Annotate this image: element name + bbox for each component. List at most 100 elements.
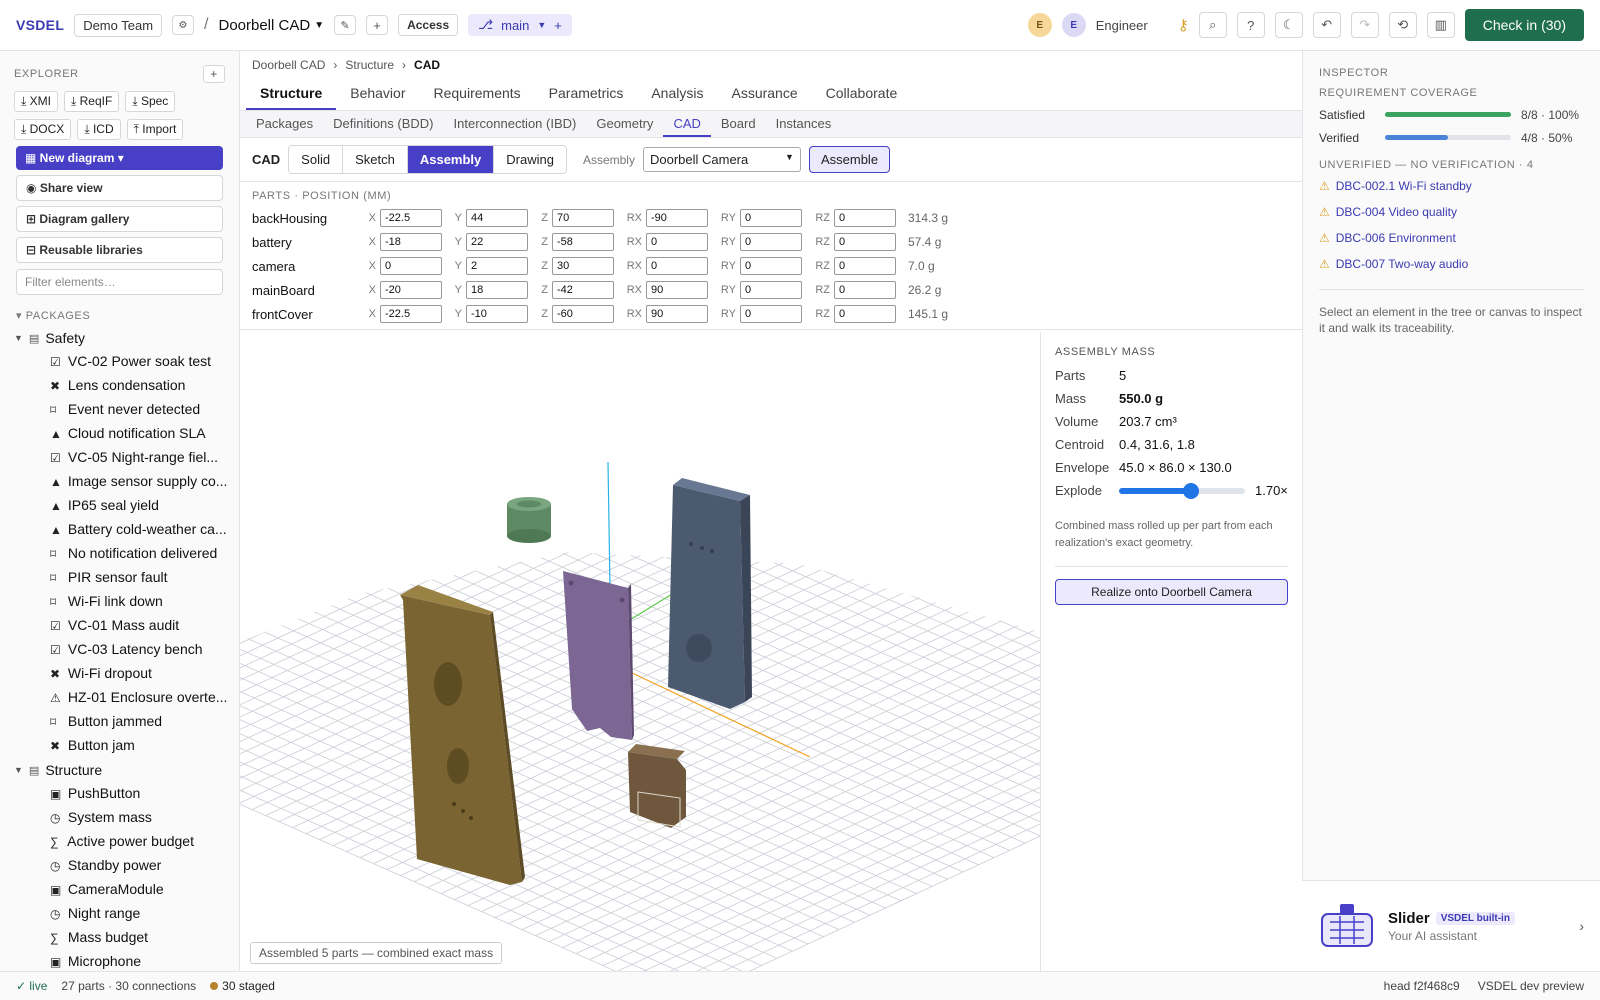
mode-solid-button[interactable]: Solid [289,146,344,173]
tree-item[interactable]: ▣ CameraModule [0,878,232,902]
tab-analysis[interactable]: Analysis [637,79,717,110]
tree-item[interactable]: ⌑ Button jammed [0,710,232,734]
subtab-ibd[interactable]: Interconnection (IBD) [444,111,587,137]
check-in-button[interactable]: Check in (30) [1464,9,1584,41]
position-input-x[interactable]: -20 [380,281,442,299]
panel-icon[interactable]: ▥ [1426,12,1455,38]
tree-item[interactable]: ⌑ Event never detected [0,398,232,422]
chevron-down-icon[interactable]: ▼ [14,333,23,343]
export-docx-button[interactable]: ⤓ DOCX [14,119,72,140]
export-reqif-button[interactable]: ⤓ ReqIF [63,91,120,112]
position-input-ry[interactable]: 0 [740,257,802,275]
settings-icon[interactable]: ⚙ [172,15,195,35]
position-input-ry[interactable]: 0 [740,233,802,251]
mode-assembly-button[interactable]: Assembly [407,146,495,173]
import-button[interactable]: ⤒ Import [126,119,184,140]
ai-assistant-card[interactable]: Slider VSDEL built-in Your AI assistant › [1302,880,1600,971]
position-input-rx[interactable]: 90 [646,305,708,323]
position-input-y[interactable]: 18 [466,281,528,299]
team-selector[interactable]: Demo Team [74,13,163,37]
avatar[interactable]: E [1061,13,1086,37]
tree-item[interactable]: ☑ VC-02 Power soak test [0,350,232,374]
tree-item[interactable]: ∑ Mass budget [0,926,232,950]
add-icon[interactable]: + [366,15,389,35]
tree-item[interactable]: ✖ Wi-Fi dropout [0,662,232,686]
explode-slider-knob[interactable] [1182,482,1199,499]
position-input-z[interactable]: -60 [552,305,614,323]
tree-item[interactable]: ☑ VC-05 Night-range fiel... [0,446,232,470]
position-input-rz[interactable]: 0 [834,281,896,299]
position-input-x[interactable]: -22.5 [380,209,442,227]
cad-viewport[interactable]: Assembled 5 parts — combined exact mass [240,332,1040,972]
tree-item[interactable]: ⌑ PIR sensor fault [0,566,232,590]
key-icon[interactable]: ⚷ [1178,16,1189,34]
position-input-z[interactable]: -42 [552,281,614,299]
undo-icon[interactable]: ↶ [1312,12,1341,38]
position-input-y[interactable]: 22 [466,233,528,251]
staged-count[interactable]: 30 staged [210,979,275,993]
tree-item[interactable]: ⌑ Wi-Fi link down [0,590,232,614]
tree-item[interactable]: ◷ Standby power [0,854,232,878]
subtab-instances[interactable]: Instances [766,111,842,137]
avatar[interactable]: E [1027,13,1052,37]
tree-item[interactable]: ▲ IP65 seal yield [0,494,232,518]
breadcrumb-item[interactable]: Doorbell CAD [252,58,325,72]
share-view-button[interactable]: ◉ Share view [16,175,223,201]
tree-item[interactable]: ☑ VC-01 Mass audit [0,614,232,638]
diagram-gallery-button[interactable]: ⊞ Diagram gallery [16,206,223,232]
realize-button[interactable]: Realize onto Doorbell Camera [1055,579,1288,605]
tab-requirements[interactable]: Requirements [420,79,535,110]
tree-package[interactable]: ▼ ▤ Safety [0,326,239,350]
tree-item[interactable]: ☑ VC-03 Latency bench [0,638,232,662]
position-input-rx[interactable]: 0 [646,233,708,251]
tree-item[interactable]: ⚠ HZ-01 Enclosure overte... [0,686,232,710]
position-input-rz[interactable]: 0 [834,233,896,251]
assembly-select[interactable]: Doorbell Camera ▼ [642,147,801,172]
mode-sketch-button[interactable]: Sketch [343,146,408,173]
position-input-z[interactable]: -58 [552,233,614,251]
position-input-rx[interactable]: 0 [646,257,708,275]
mode-drawing-button[interactable]: Drawing [494,146,566,173]
breadcrumb-item[interactable]: Structure [345,58,394,72]
redo-icon[interactable]: ↷ [1350,12,1379,38]
unverified-link[interactable]: ⚠ DBC-006 Environment [1319,225,1584,251]
position-input-x[interactable]: 0 [380,257,442,275]
tree-item[interactable]: ∑ Active power budget [0,830,232,854]
assembly-3d-view[interactable] [240,332,1040,972]
position-input-z[interactable]: 70 [552,209,614,227]
tree-item[interactable]: ✖ Button jam [0,734,232,758]
tree-package[interactable]: ▼ ▤ Structure [0,758,239,782]
filter-input[interactable]: Filter elements… [16,269,223,295]
reusable-libraries-button[interactable]: ⊟ Reusable libraries [16,237,223,263]
position-input-rx[interactable]: 90 [646,281,708,299]
brand-logo[interactable]: VSDEL [16,17,64,33]
add-icon[interactable]: + [203,65,225,83]
explode-slider[interactable] [1119,482,1245,499]
subtab-geometry[interactable]: Geometry [586,111,663,137]
export-xmi-button[interactable]: ⤓ XMI [14,91,58,112]
subtab-board[interactable]: Board [711,111,766,137]
search-icon[interactable]: ⌕ [1198,12,1227,38]
tree-item[interactable]: ⌑ No notification delivered [0,542,232,566]
tree-item[interactable]: ▲ Battery cold-weather ca... [0,518,232,542]
history-icon[interactable]: ⟲ [1388,12,1417,38]
position-input-ry[interactable]: 0 [740,209,802,227]
position-input-rz[interactable]: 0 [834,209,896,227]
tab-collaborate[interactable]: Collaborate [812,79,912,110]
position-input-x[interactable]: -18 [380,233,442,251]
subtab-cad[interactable]: CAD [663,111,711,137]
position-input-rz[interactable]: 0 [834,305,896,323]
export-icd-button[interactable]: ⤓ ICD [77,119,121,140]
position-input-rz[interactable]: 0 [834,257,896,275]
export-spec-button[interactable]: ⤓ Spec [125,91,176,112]
unverified-link[interactable]: ⚠ DBC-007 Two-way audio [1319,251,1584,277]
tree-item[interactable]: ◷ System mass [0,806,232,830]
dark-mode-icon[interactable]: ☾ [1274,12,1303,38]
tree-item[interactable]: ▲ Image sensor supply co... [0,470,232,494]
assemble-button[interactable]: Assemble [808,146,891,173]
position-input-ry[interactable]: 0 [740,281,802,299]
position-input-y[interactable]: 44 [466,209,528,227]
add-branch-icon[interactable]: + [554,18,562,33]
subtab-bdd[interactable]: Definitions (BDD) [323,111,443,137]
tree-item[interactable]: ◷ Night range [0,902,232,926]
